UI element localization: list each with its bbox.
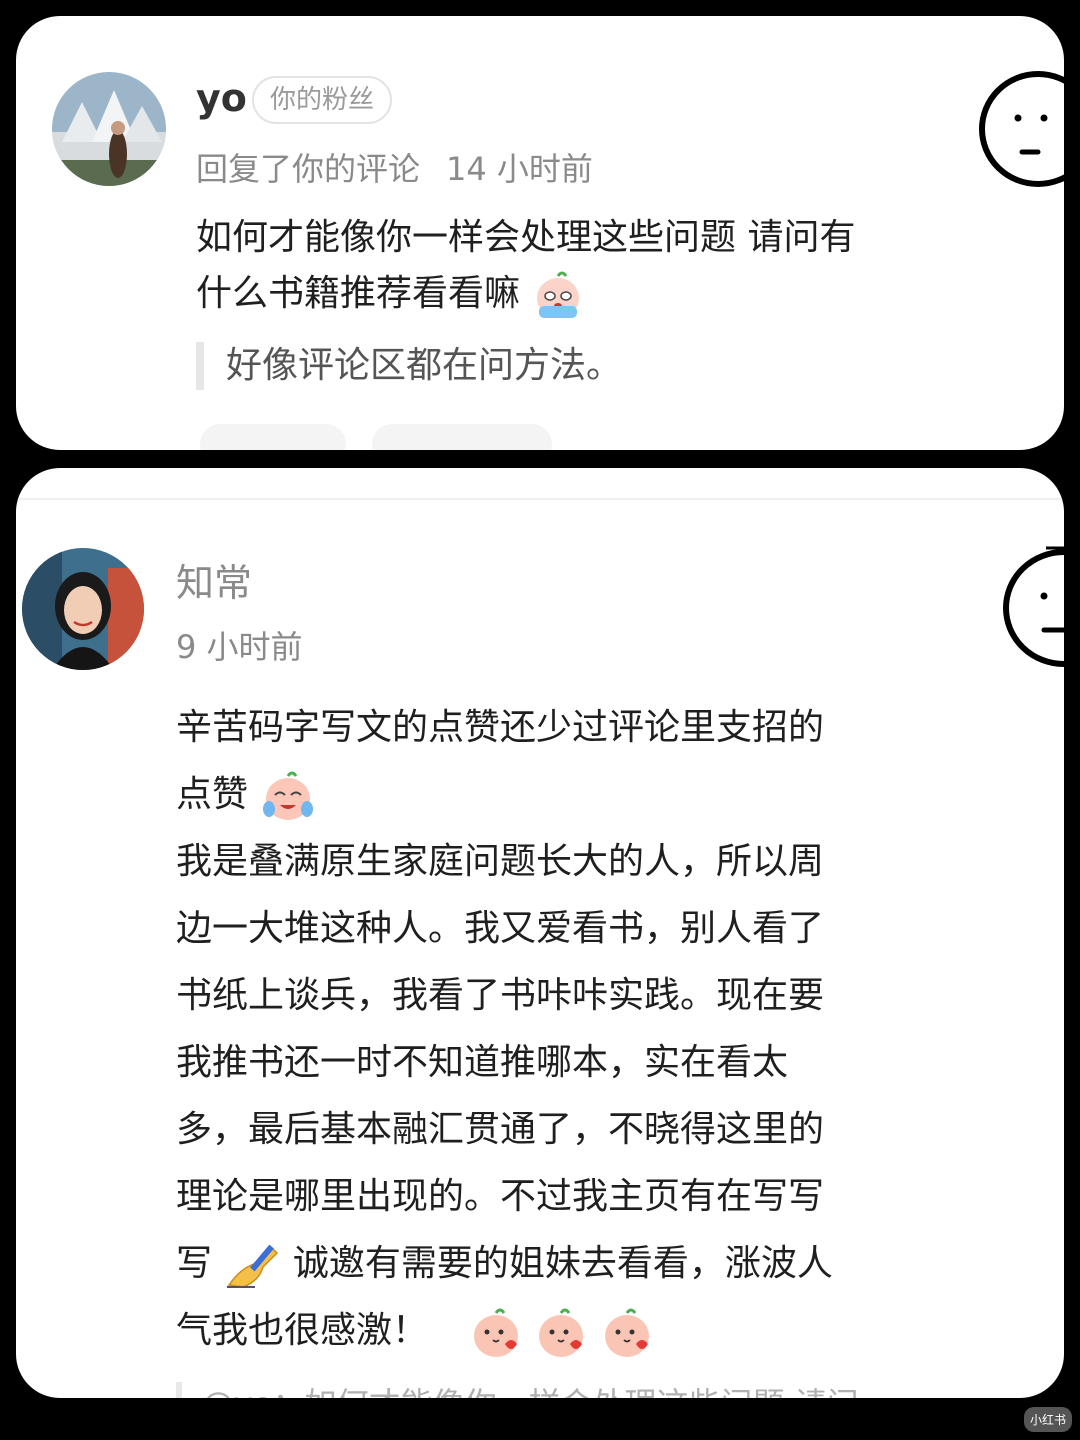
comment-text: 辛苦码字写文的点赞还少过评论里支招的 点赞 我是叠满原生家庭问题长大的人，所以周… (176, 694, 976, 1364)
avatar-zhichang[interactable] (22, 548, 144, 670)
comment-line-text: 什么书籍推荐看看嘛 (196, 273, 521, 314)
watermark-logo: 小红书 (1023, 1407, 1072, 1432)
timestamp: 14 小时前 (446, 150, 593, 188)
comment-line-text: 写 (176, 1243, 213, 1284)
comment-line: 边一大堆这种人。我又爱看书，别人看了 (176, 908, 825, 949)
reply-reference[interactable]: @yo：如何才能像你一样会处理这些问题 请问… (176, 1382, 891, 1398)
action-pill-1[interactable] (200, 424, 346, 450)
username[interactable]: 知常 (176, 552, 252, 607)
comment-line: 辛苦码字写文的点赞还少过评论里支招的 (176, 707, 825, 748)
comment-card-zhichang: 知常 9 小时前 辛苦码字写文的点赞还少过评论里支招的 点赞 我是叠满原生家庭问… (16, 468, 1064, 1398)
comment-line: 气我也很感激！ (176, 1297, 976, 1364)
quoted-original-comment[interactable]: 好像评论区都在问方法。 (196, 342, 622, 390)
blush-peach-emoji (539, 1308, 584, 1357)
comment-line: 理论是哪里出现的。不过我主页有在写写 (176, 1176, 825, 1217)
comment-line: 我是叠满原生家庭问题长大的人，所以周 (176, 841, 825, 882)
action-pill-2[interactable] (372, 424, 552, 450)
writing-hand-emoji (227, 1244, 279, 1288)
crying-peach-emoji (537, 271, 580, 318)
reply-action-text: 回复了你的评论 (196, 150, 421, 188)
username[interactable]: yo (196, 76, 247, 120)
comment-line-text: 气我也很感激！ (176, 1310, 429, 1351)
comment-line: 我推书还一时不知道推哪本，实在看太 (176, 1042, 789, 1083)
comment-line: 如何才能像你一样会处理这些问题 请问有 (196, 217, 856, 258)
comment-line-text: 点赞 (176, 774, 249, 815)
top-divider (16, 498, 1064, 500)
comment-line: 书纸上谈兵，我看了书咔咔实践。现在要 (176, 975, 825, 1016)
comment-line-text: 诚邀有需要的姐妹去看看，涨波人 (292, 1243, 833, 1284)
comment-text: 如何才能像你一样会处理这些问题 请问有 什么书籍推荐看看嘛 (196, 210, 956, 322)
blush-peach-emoji (604, 1308, 649, 1357)
comment-line: 点赞 (176, 761, 976, 828)
blush-peach-emoji (473, 1308, 518, 1357)
laugh-cry-peach-emoji (263, 771, 314, 820)
doodle-face-icon (979, 71, 1064, 187)
comment-meta: 回复了你的评论 14 小时前 (196, 144, 593, 190)
comment-line: 多，最后基本融汇贯通了，不晓得这里的 (176, 1109, 825, 1150)
avatar-yo[interactable] (52, 72, 166, 186)
comment-line: 写 诚邀有需要的姐妹去看看，涨波人 (176, 1230, 976, 1297)
doodle-face-icon (1003, 546, 1064, 667)
comment-card-yo: yo 你的粉丝 回复了你的评论 14 小时前 如何才能像你一样会处理这些问题 请问… (16, 16, 1064, 450)
fan-badge: 你的粉丝 (252, 76, 393, 124)
timestamp: 9 小时前 (176, 628, 303, 666)
comment-line: 什么书籍推荐看看嘛 (196, 266, 956, 322)
